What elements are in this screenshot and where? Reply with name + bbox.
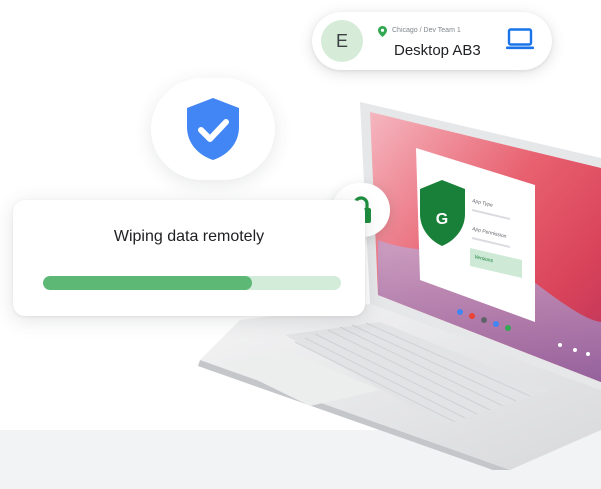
wipe-progress-fill xyxy=(43,276,252,290)
device-name: Desktop AB3 xyxy=(394,42,481,59)
location-pin-icon xyxy=(378,26,387,37)
wipe-status-title: Wiping data remotely xyxy=(113,228,265,245)
location-text: Chicago / Dev Team 1 xyxy=(392,27,461,34)
laptop-icon xyxy=(506,28,534,50)
device-card[interactable]: E Chicago / Dev Team 1 Desktop AB3 xyxy=(312,12,552,70)
wipe-status-card: Wiping data remotely xyxy=(13,200,365,316)
wipe-progress-bar xyxy=(43,276,341,290)
illustration-stage: G App Type App Permission Versions E Chi… xyxy=(0,0,601,489)
shield-badge xyxy=(151,78,275,180)
shield-check-icon xyxy=(187,98,239,160)
app-shield-letter: G xyxy=(436,211,448,228)
avatar: E xyxy=(321,20,363,62)
